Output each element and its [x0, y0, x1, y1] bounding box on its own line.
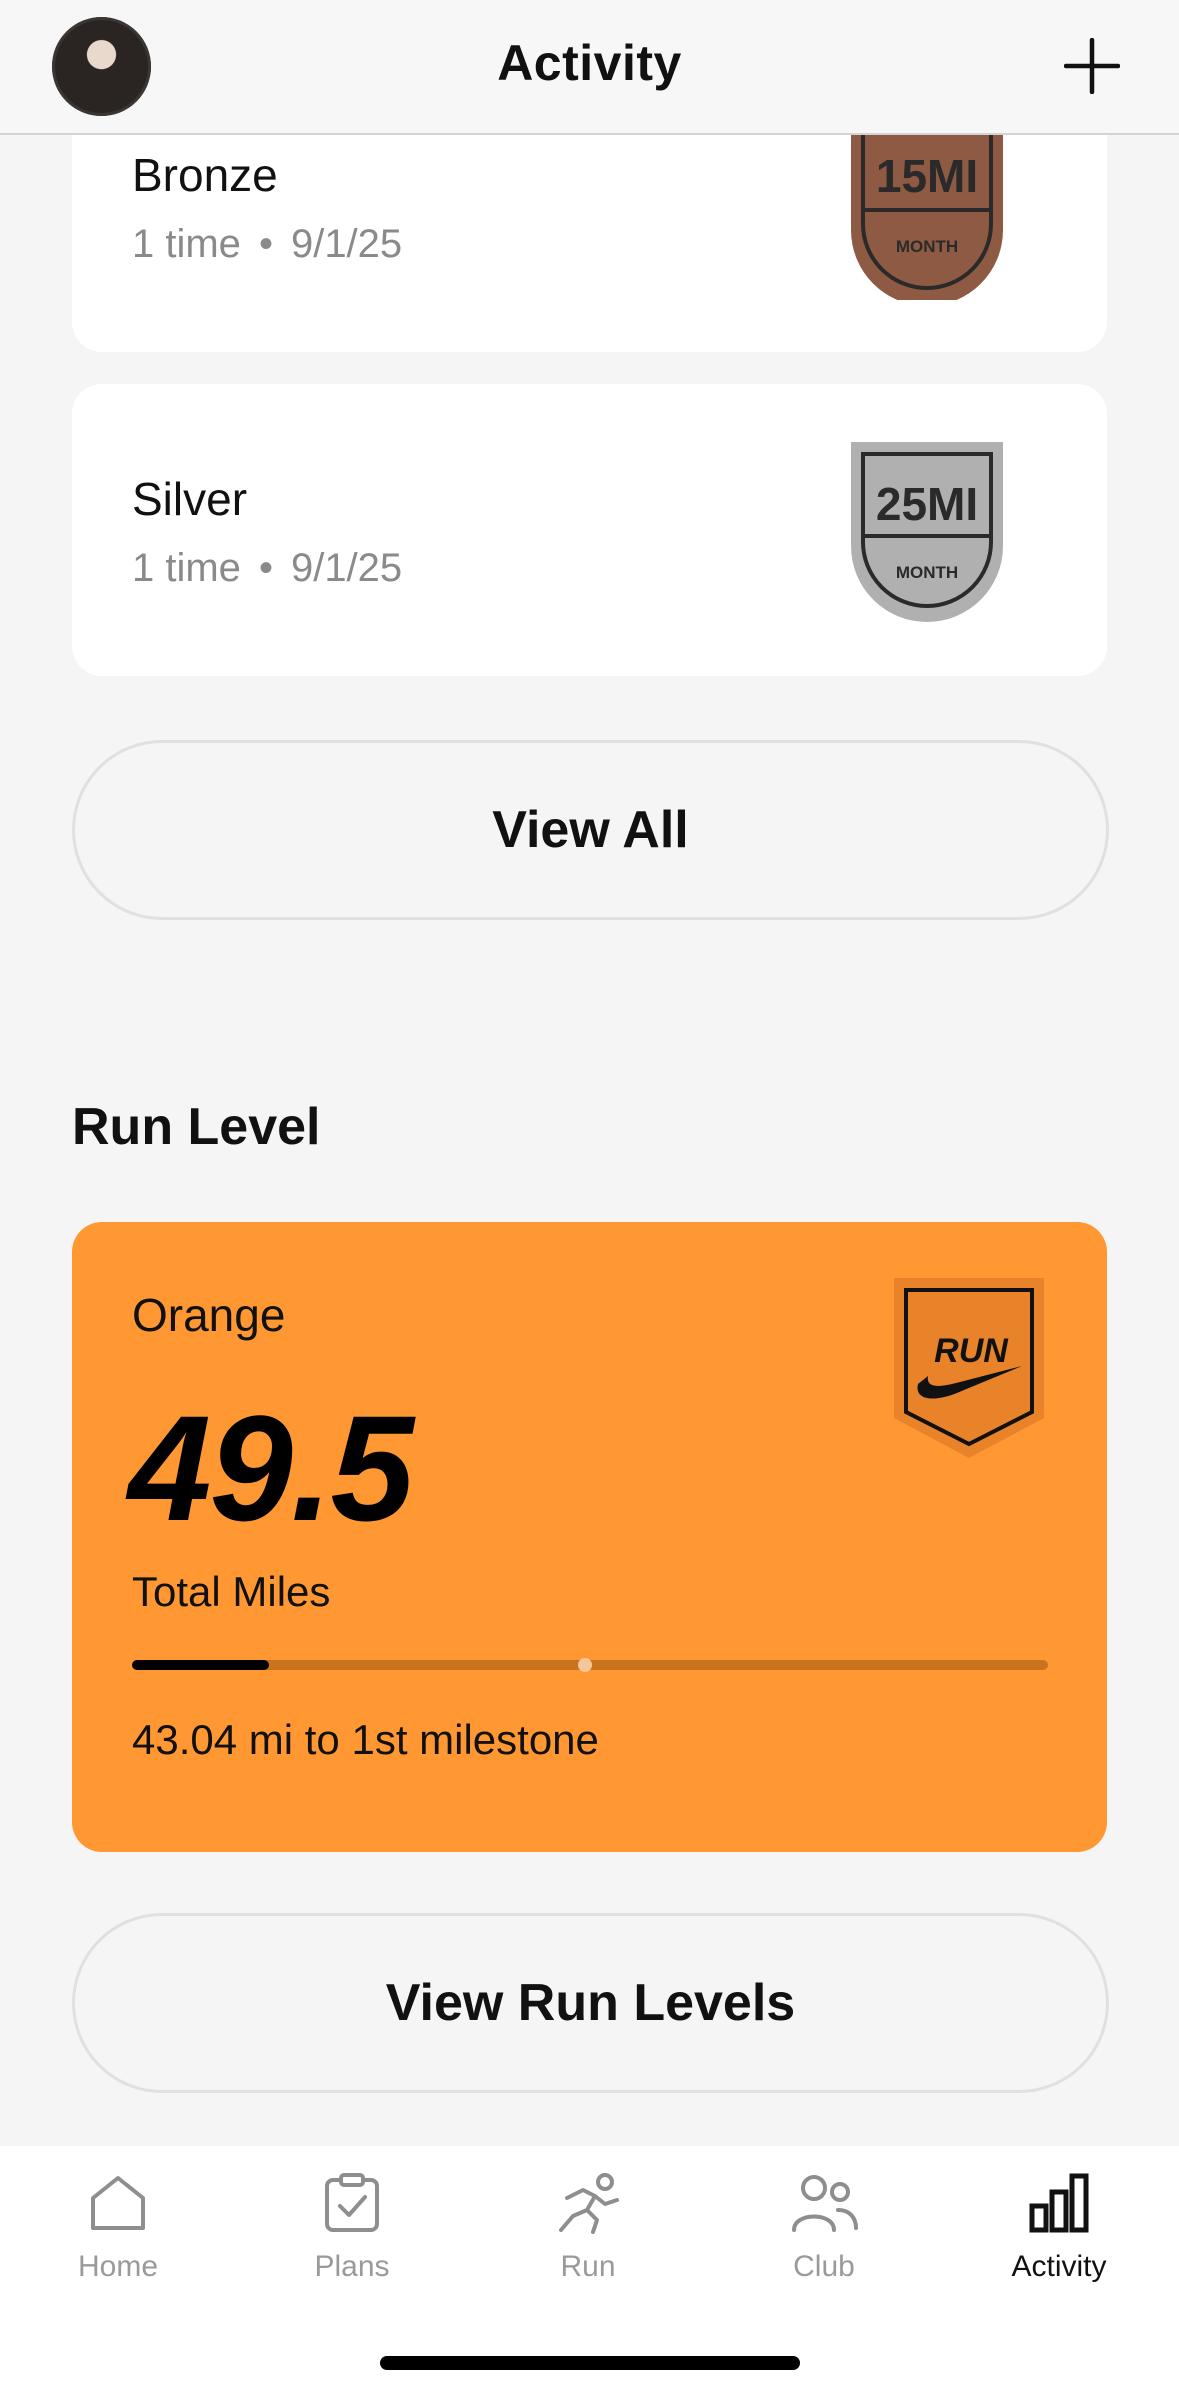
top-navigation-bar: Activity [0, 0, 1179, 135]
achievement-date: 9/1/25 [290, 546, 403, 590]
achievement-meta: 1 time • 9/1/25 [132, 222, 402, 267]
milestone-remaining-text: 43.04 mi to 1st milestone [132, 1716, 599, 1763]
run-level-progress-bar [132, 1658, 1048, 1672]
tab-label: Club [793, 2250, 855, 2283]
tab-club[interactable]: Club [744, 2172, 904, 2284]
runner-icon [559, 2173, 619, 2234]
tab-plans[interactable]: Plans [272, 2172, 432, 2284]
achievement-count: 1 time [132, 546, 241, 590]
badge-period: MONTH [896, 237, 958, 256]
tab-label: Activity [1011, 2250, 1107, 2283]
home-indicator[interactable] [380, 2356, 800, 2370]
view-run-levels-button[interactable]: View Run Levels [72, 1913, 1109, 2093]
people-icon [792, 2175, 858, 2232]
section-title-run-level: Run Level [72, 1098, 321, 1156]
run-badge-text: RUN [934, 1332, 1009, 1370]
bar-chart-icon [1029, 2173, 1089, 2233]
tab-activity[interactable]: Activity [979, 2172, 1139, 2284]
page-title: Activity [497, 35, 682, 91]
badge-value: 25MI [876, 478, 978, 530]
tab-label: Run [560, 2250, 616, 2283]
tab-label: Home [77, 2250, 159, 2283]
tab-home[interactable]: Home [38, 2172, 198, 2284]
achievement-count: 1 time [132, 222, 241, 266]
badge-period: MONTH [896, 563, 958, 582]
separator-dot: • [258, 222, 273, 266]
total-miles-label: Total Miles [132, 1568, 331, 1615]
clipboard-check-icon [325, 2173, 379, 2232]
achievement-name: Bronze [132, 149, 278, 201]
run-level-name: Orange [132, 1289, 286, 1341]
tab-label: Plans [314, 2250, 390, 2283]
milestone-marker [578, 1658, 592, 1672]
home-icon [91, 2176, 145, 2230]
achievement-date: 9/1/25 [290, 222, 403, 266]
achievement-card-silver[interactable]: Silver 1 time • 9/1/25 25MI MONTH [72, 384, 1107, 676]
total-miles-value: 49.5 [128, 1384, 414, 1552]
separator-dot: • [258, 546, 273, 590]
tab-run[interactable]: Run [508, 2172, 668, 2284]
silver-badge-icon: 25MI MONTH [851, 442, 1003, 622]
view-all-button[interactable]: View All [72, 740, 1109, 920]
progress-fill [132, 1660, 270, 1670]
run-level-card[interactable]: Orange 49.5 Total Miles 43.04 mi to 1st … [72, 1222, 1107, 1852]
run-level-badge-icon: RUN [894, 1278, 1044, 1458]
badge-value: 15MI [876, 150, 978, 202]
achievement-meta: 1 time • 9/1/25 [132, 546, 402, 591]
achievement-name: Silver [132, 473, 248, 525]
plus-icon[interactable] [1064, 38, 1120, 94]
